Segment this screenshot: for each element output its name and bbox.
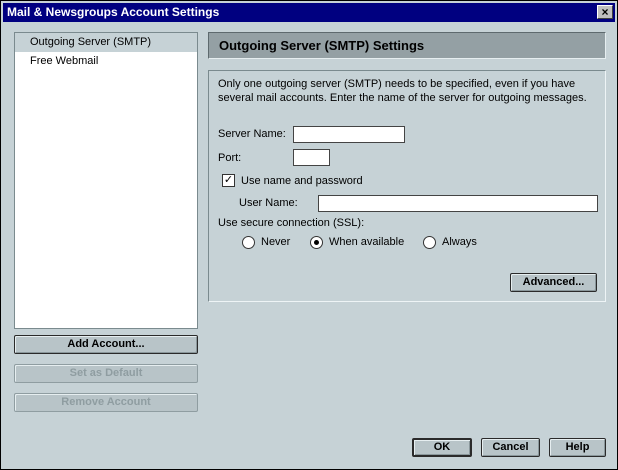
server-name-label: Server Name: xyxy=(218,128,286,140)
add-account-button[interactable]: Add Account... xyxy=(14,335,198,354)
account-item-free-webmail[interactable]: Free Webmail xyxy=(15,52,197,71)
use-name-password-label: Use name and password xyxy=(241,175,363,187)
ssl-label: Use secure connection (SSL): xyxy=(218,217,365,229)
account-item-outgoing-server[interactable]: Outgoing Server (SMTP) xyxy=(15,33,197,52)
server-name-input[interactable] xyxy=(293,126,405,143)
ok-button[interactable]: OK xyxy=(412,438,472,457)
port-label: Port: xyxy=(218,152,242,164)
close-icon: × xyxy=(601,5,609,19)
window-title: Mail & Newsgroups Account Settings xyxy=(7,5,220,19)
advanced-button[interactable]: Advanced... xyxy=(510,273,597,292)
ssl-when-available-label: When available xyxy=(329,236,405,248)
cancel-button[interactable]: Cancel xyxy=(481,438,540,457)
smtp-settings-group: Only one outgoing server (SMTP) needs to… xyxy=(208,70,606,302)
checkmark-icon: ✓ xyxy=(223,174,234,186)
user-name-input[interactable] xyxy=(318,195,598,212)
account-list[interactable]: Outgoing Server (SMTP) Free Webmail xyxy=(14,32,198,329)
ssl-never-radio[interactable] xyxy=(242,236,255,249)
panel-title: Outgoing Server (SMTP) Settings xyxy=(208,32,606,59)
close-button[interactable]: × xyxy=(597,5,613,19)
set-as-default-button[interactable]: Set as Default xyxy=(14,364,198,383)
account-item-label: Outgoing Server (SMTP) xyxy=(30,36,152,48)
smtp-description: Only one outgoing server (SMTP) needs to… xyxy=(218,78,587,104)
help-button[interactable]: Help xyxy=(549,438,606,457)
remove-account-button[interactable]: Remove Account xyxy=(14,393,198,412)
ssl-never-label: Never xyxy=(261,236,291,248)
ssl-always-radio[interactable] xyxy=(423,236,436,249)
user-name-label: User Name: xyxy=(239,197,298,209)
radio-selected-dot xyxy=(314,240,319,245)
port-input[interactable] xyxy=(293,149,330,166)
ssl-always-label: Always xyxy=(442,236,477,248)
ssl-when-available-radio[interactable] xyxy=(310,236,323,249)
use-name-password-checkbox[interactable]: ✓ xyxy=(222,174,235,187)
title-bar: Mail & Newsgroups Account Settings × xyxy=(3,3,615,22)
account-settings-dialog: Mail & Newsgroups Account Settings × Out… xyxy=(0,0,618,470)
account-item-label: Free Webmail xyxy=(30,55,99,67)
